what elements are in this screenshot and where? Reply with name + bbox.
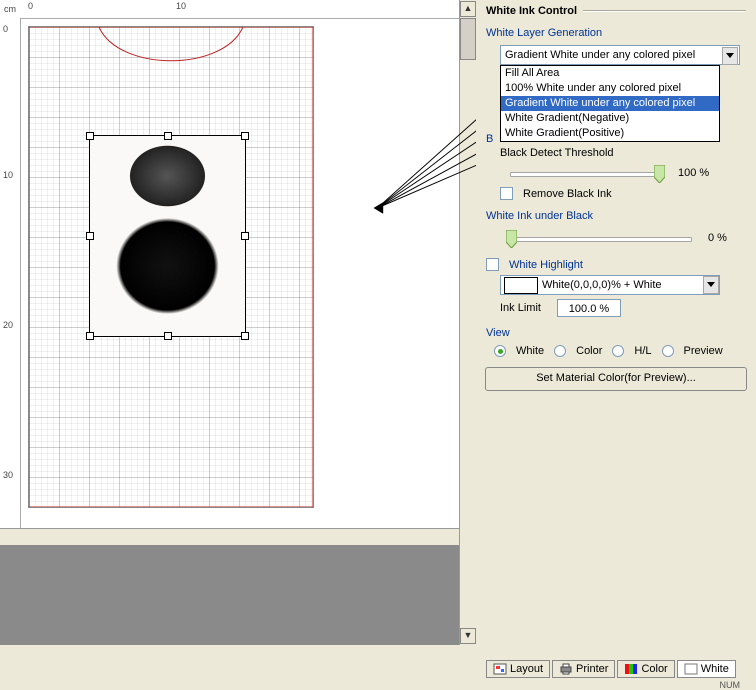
panel-tab-bar: Layout Printer Color White: [486, 660, 756, 680]
status-numlock: NUM: [720, 680, 741, 690]
scroll-thumb[interactable]: [460, 18, 476, 60]
panel-title: White Ink Control: [486, 5, 577, 17]
slider-thumb[interactable]: [654, 165, 665, 183]
ruler-vertical: 0 10 20 30: [0, 18, 21, 528]
radio-white-label: White: [516, 345, 544, 357]
tab-printer[interactable]: Printer: [552, 660, 615, 678]
group-white-under-black: White Ink under Black 0 %: [486, 210, 746, 248]
design-canvas-area: cm 0 10 0 10 20 30: [0, 0, 476, 645]
combo-option-100-white[interactable]: 100% White under any colored pixel: [501, 81, 719, 96]
white-highlight-label: White Highlight: [509, 259, 583, 271]
canvas[interactable]: cm 0 10 0 10 20 30: [0, 0, 460, 528]
group-title-wub: White Ink under Black: [486, 210, 746, 222]
combo-option-negative[interactable]: White Gradient(Negative): [501, 111, 719, 126]
color-swatch-white: [504, 277, 538, 294]
combo-dropdown-list[interactable]: Fill All Area 100% White under any color…: [500, 65, 720, 142]
white-under-black-value: 0 %: [708, 232, 727, 244]
printer-icon: [559, 663, 573, 675]
print-page[interactable]: [28, 26, 314, 508]
white-ink-control-panel: White Ink Control White Layer Generation…: [476, 0, 756, 650]
black-detect-value: 100 %: [678, 167, 709, 179]
group-white-highlight: White Highlight White(0,0,0,0)% + White …: [486, 258, 746, 317]
white-icon: [684, 663, 698, 675]
black-detect-slider[interactable]: [506, 163, 666, 183]
white-under-black-slider[interactable]: [506, 228, 696, 248]
resize-handle-e[interactable]: [241, 232, 249, 240]
combo-option-gradient-white[interactable]: Gradient White under any colored pixel: [501, 96, 719, 111]
ink-limit-label: Ink Limit: [500, 302, 541, 314]
radio-hl[interactable]: [612, 345, 624, 357]
group-title-wlg: White Layer Generation: [486, 27, 746, 39]
image-selection[interactable]: [89, 135, 246, 337]
white-highlight-checkbox[interactable]: [486, 258, 499, 271]
group-white-layer-generation: White Layer Generation Gradient White un…: [486, 27, 746, 200]
placed-image: [90, 136, 245, 336]
radio-color-label: Color: [576, 345, 602, 357]
resize-handle-sw[interactable]: [86, 332, 94, 340]
white-layer-mode-combo[interactable]: Gradient White under any colored pixel F…: [500, 45, 740, 65]
white-highlight-combo[interactable]: White(0,0,0,0)% + White: [500, 275, 720, 295]
combo-option-fill-all[interactable]: Fill All Area: [501, 66, 719, 81]
resize-handle-ne[interactable]: [241, 132, 249, 140]
radio-hl-label: H/L: [634, 345, 651, 357]
scroll-down-button[interactable]: ▼: [460, 628, 476, 644]
ruler-unit: cm: [0, 0, 21, 19]
tab-white[interactable]: White: [677, 660, 736, 678]
tab-color[interactable]: Color: [617, 660, 674, 678]
ruler-horizontal: 0 10: [20, 0, 460, 19]
set-material-color-button[interactable]: Set Material Color(for Preview)...: [485, 367, 747, 391]
tab-layout[interactable]: Layout: [486, 660, 550, 678]
combo-display[interactable]: Gradient White under any colored pixel: [500, 45, 740, 65]
scroll-up-button[interactable]: ▲: [460, 1, 476, 17]
resize-handle-w[interactable]: [86, 232, 94, 240]
white-highlight-combo-text: White(0,0,0,0)% + White: [542, 279, 662, 291]
color-icon: [624, 663, 638, 675]
canvas-scrollbar-horizontal[interactable]: [0, 528, 476, 545]
remove-black-ink-checkbox[interactable]: [500, 187, 513, 200]
resize-handle-nw[interactable]: [86, 132, 94, 140]
remove-black-ink-label: Remove Black Ink: [523, 188, 612, 200]
group-title-view: View: [486, 327, 746, 339]
radio-white[interactable]: [494, 345, 506, 357]
radio-preview[interactable]: [662, 345, 674, 357]
radio-preview-label: Preview: [684, 345, 723, 357]
group-view: View White Color H/L Preview: [486, 327, 746, 357]
ink-limit-input[interactable]: 100.0 %: [557, 299, 621, 317]
slider-thumb[interactable]: [506, 230, 517, 248]
layout-icon: [493, 663, 507, 675]
black-detect-threshold-label: Black Detect Threshold: [500, 147, 746, 159]
resize-handle-s[interactable]: [164, 332, 172, 340]
status-bar: NUM: [0, 680, 756, 690]
resize-handle-n[interactable]: [164, 132, 172, 140]
chevron-down-icon[interactable]: [703, 276, 719, 294]
chevron-down-icon[interactable]: [722, 47, 738, 65]
radio-color[interactable]: [554, 345, 566, 357]
combo-option-positive[interactable]: White Gradient(Positive): [501, 126, 719, 141]
canvas-scrollbar-vertical[interactable]: ▲ ▼: [459, 0, 476, 645]
resize-handle-se[interactable]: [241, 332, 249, 340]
